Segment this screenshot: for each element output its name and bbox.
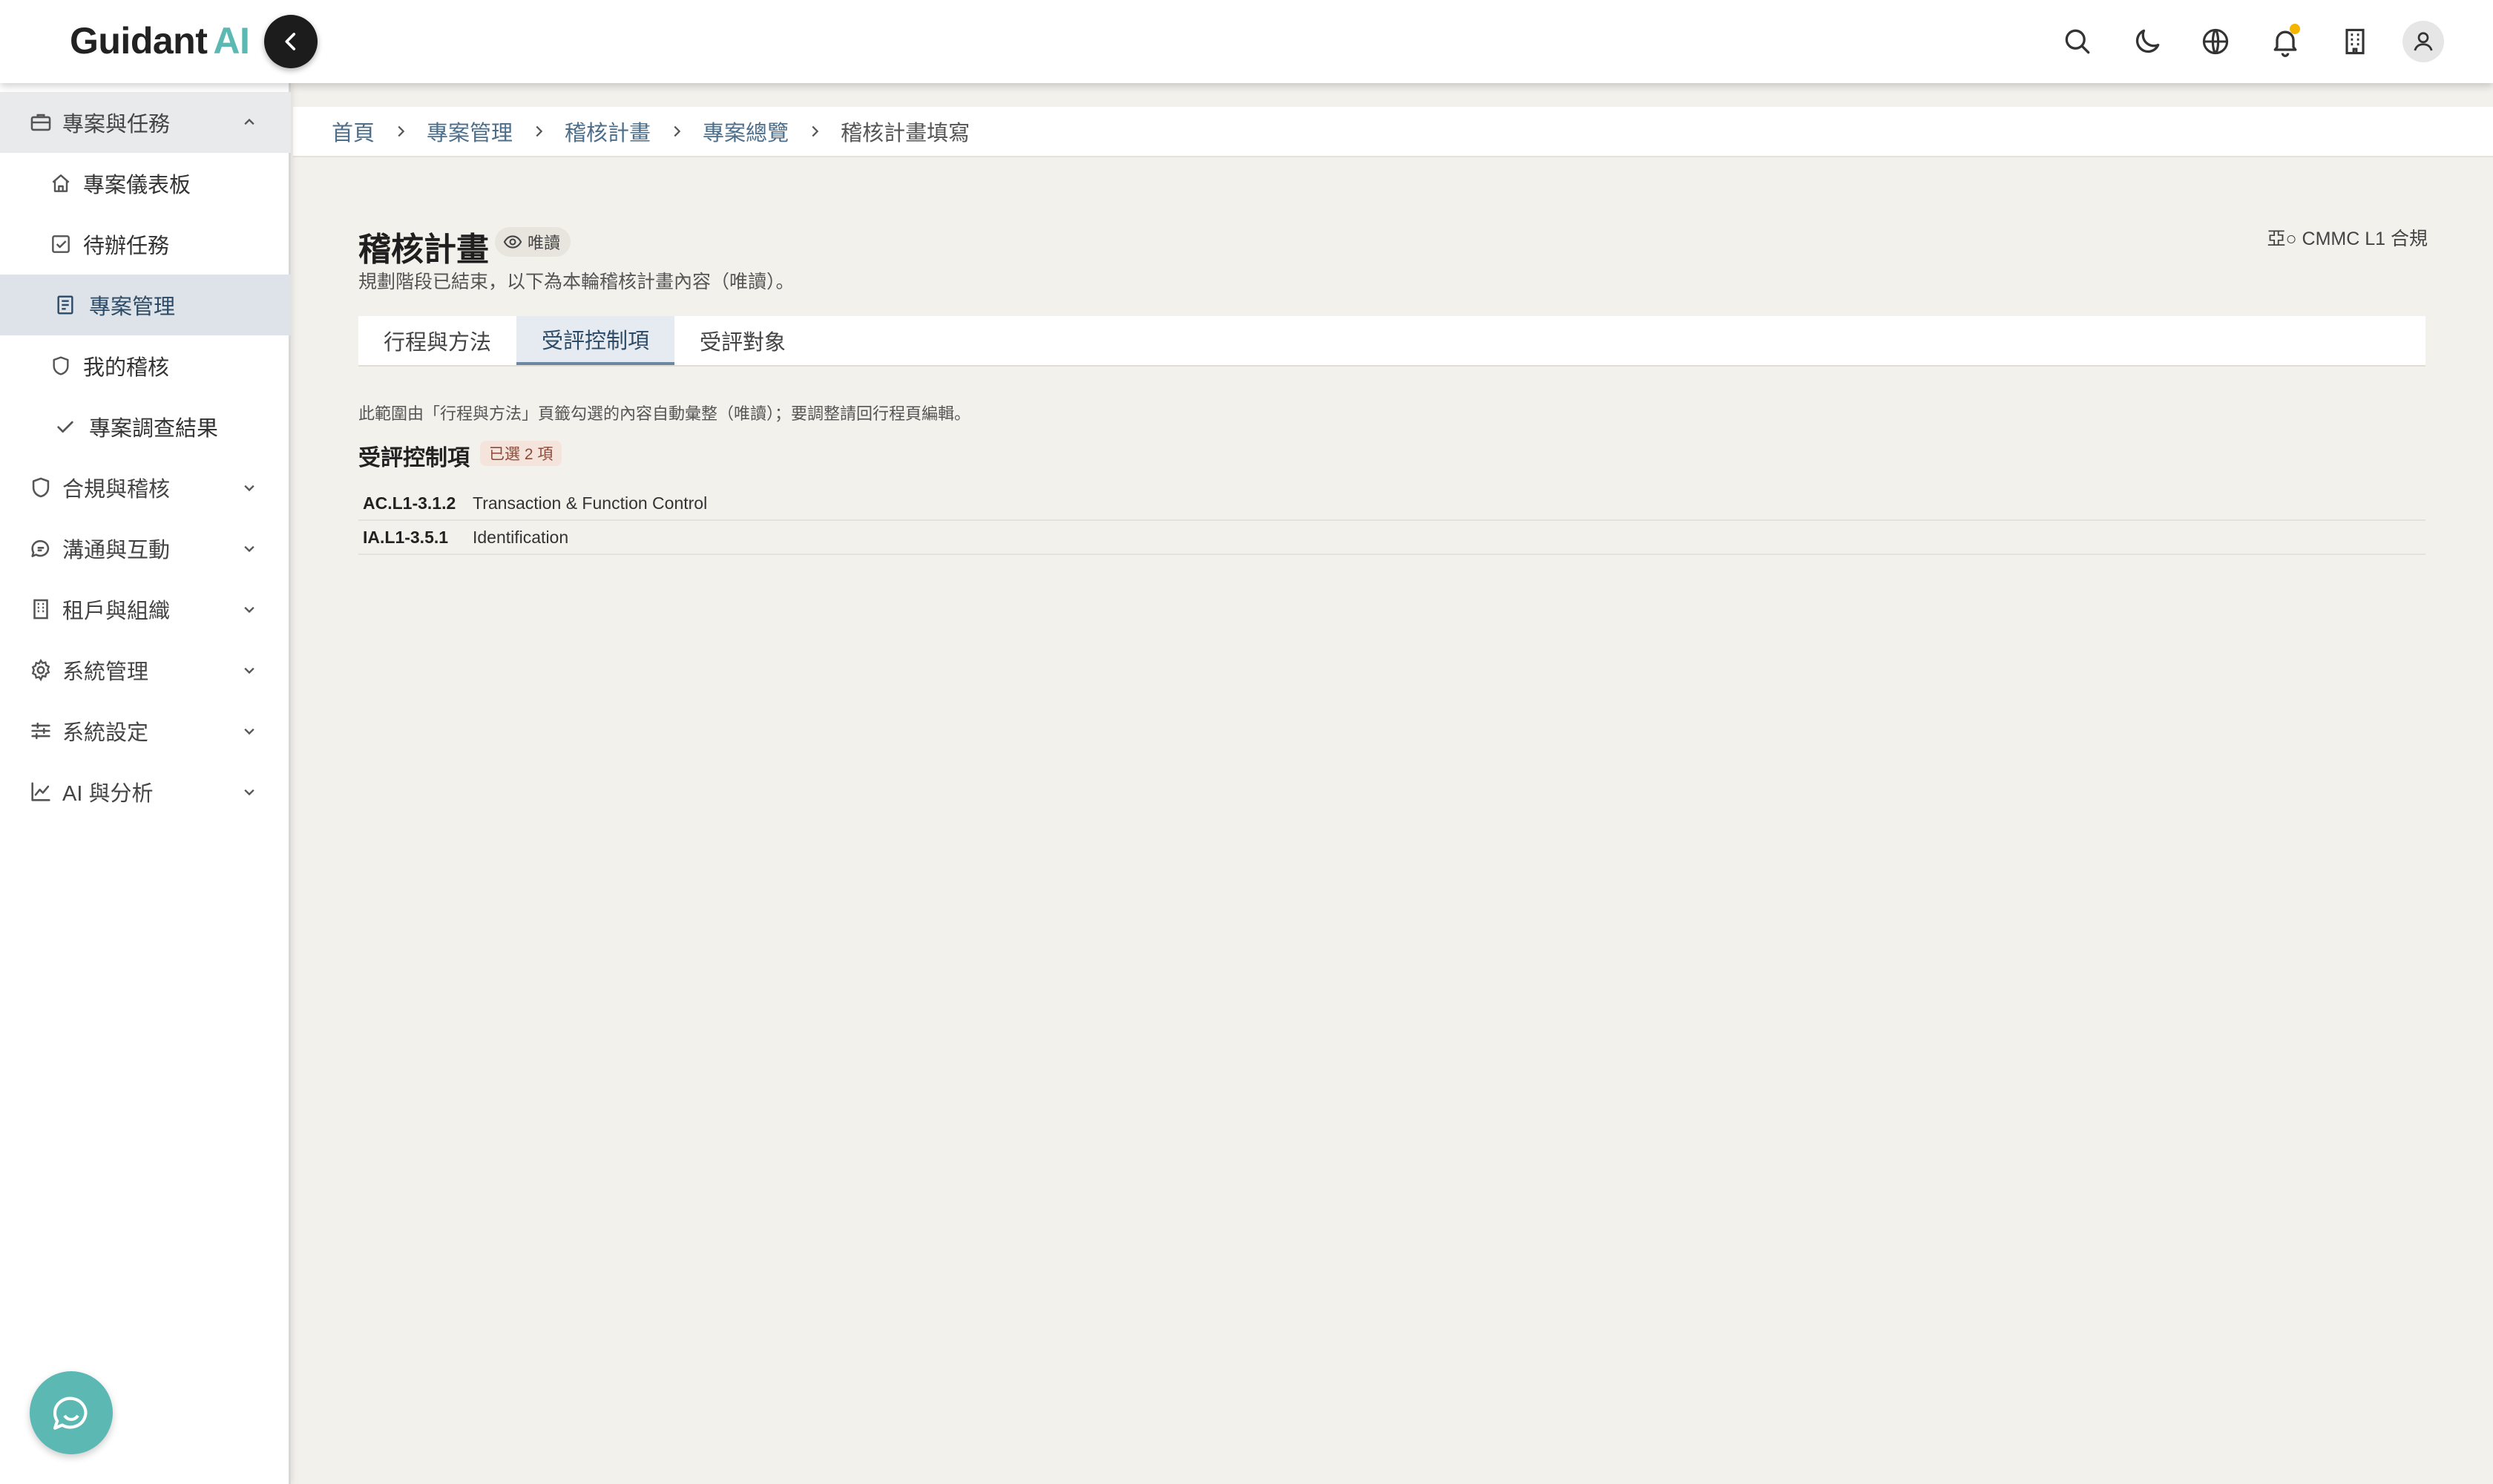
page-subtitle: 規劃階段已結束，以下為本輪稽核計畫內容（唯讀）。	[358, 272, 795, 292]
theme-toggle-button[interactable]	[2126, 21, 2168, 62]
sidebar-group-system-admin[interactable]: 系統管理	[0, 640, 291, 700]
briefcase-icon	[30, 114, 51, 131]
document-icon	[57, 295, 73, 315]
sidebar-group-label: 合規與稽核	[62, 478, 171, 502]
chat-bubble-icon	[53, 1396, 88, 1430]
moon-icon	[2135, 29, 2160, 53]
chevron-down-icon	[244, 789, 254, 796]
shield-icon	[53, 356, 69, 375]
chevron-down-icon	[244, 667, 254, 674]
sidebar-group-label: 系統管理	[62, 660, 149, 684]
control-name: Transaction & Function Control	[473, 493, 708, 513]
sidebar-group-ai-analytics[interactable]: AI 與分析	[0, 761, 291, 822]
chevron-down-icon	[244, 606, 254, 614]
framework-label: 亞○ CMMC L1 合規	[2267, 229, 2428, 249]
user-menu-button[interactable]	[2402, 21, 2444, 62]
chart-icon	[31, 782, 50, 801]
chevron-right-icon	[812, 125, 819, 137]
avatar	[2402, 21, 2444, 62]
sidebar-group-label: 溝通與互動	[62, 539, 171, 562]
organization-button[interactable]	[2334, 21, 2376, 62]
sidebar-group-label: 系統設定	[62, 721, 149, 745]
checkbox-icon	[52, 235, 70, 253]
search-button[interactable]	[2057, 21, 2098, 62]
controls-table: AC.L1-3.1.2 Transaction & Function Contr…	[358, 487, 2425, 555]
sidebar-item-label: 專案管理	[89, 295, 176, 319]
chat-icon	[31, 539, 50, 557]
chevron-left-icon	[285, 33, 296, 50]
breadcrumb: 首頁 專案管理 稽核計畫 專案總覽 稽核計畫填寫	[293, 107, 2493, 157]
top-bar: Guidant AI	[0, 0, 2493, 83]
language-button[interactable]	[2195, 21, 2236, 62]
sidebar-item-label: 專案調查結果	[89, 417, 219, 441]
control-name: Identification	[473, 527, 569, 547]
chevron-right-icon	[674, 125, 681, 137]
sidebar: 專案與任務 專案儀表板 待辦任務 專案管理 我的稽核 專案調查結果 合規與稽核 …	[0, 83, 291, 1484]
sidebar-group-label: 專案與任務	[62, 113, 171, 137]
scope-note: 此範圍由「行程與方法」頁籤勾選的內容自動彙整（唯讀）；要調整請回行程頁編輯。	[358, 404, 971, 423]
sidebar-group-label: AI 與分析	[62, 782, 154, 806]
page-title: 稽核計畫	[358, 232, 489, 268]
sidebar-item-label: 我的稽核	[83, 356, 170, 380]
gear-icon	[31, 658, 50, 682]
sidebar-item-project-dashboard[interactable]: 專案儀表板	[0, 153, 291, 214]
breadcrumb-project-overview[interactable]: 專案總覽	[703, 116, 789, 147]
control-id: AC.L1-3.1.2	[363, 493, 456, 513]
breadcrumb-project-management[interactable]: 專案管理	[427, 116, 513, 147]
home-icon	[52, 174, 70, 192]
tab-assessed-objects[interactable]: 受評對象	[674, 316, 811, 365]
sidebar-group-compliance-audit[interactable]: 合規與稽核	[0, 457, 291, 518]
chevron-up-icon	[244, 118, 254, 125]
notification-dot	[2290, 24, 2300, 34]
sidebar-item-project-management[interactable]: 專案管理	[0, 275, 291, 335]
breadcrumb-audit-plan[interactable]: 稽核計畫	[565, 116, 651, 147]
building-icon	[33, 599, 48, 620]
check-icon	[57, 421, 73, 433]
search-icon	[2065, 29, 2090, 54]
main-content: 稽核計畫 唯讀 規劃階段已結束，以下為本輪稽核計畫內容（唯讀）。 亞○ CMMC…	[293, 157, 2493, 1484]
table-row: AC.L1-3.1.2 Transaction & Function Contr…	[358, 487, 2425, 521]
tab-schedule-method[interactable]: 行程與方法	[358, 316, 516, 365]
logo-accent: AI	[213, 20, 250, 62]
sidebar-group-system-settings[interactable]: 系統設定	[0, 700, 291, 761]
sidebar-item-label: 待辦任務	[83, 234, 170, 258]
logo-text: Guidant	[70, 20, 208, 62]
chat-assistant-button[interactable]	[30, 1371, 113, 1454]
tab-bar: 行程與方法 受評控制項 受評對象	[358, 316, 2425, 367]
building-icon	[2345, 28, 2365, 55]
sidebar-group-communication[interactable]: 溝通與互動	[0, 518, 291, 579]
selected-count-badge: 已選 2 項	[480, 441, 562, 466]
chevron-down-icon	[244, 485, 254, 492]
globe-icon	[2202, 28, 2229, 55]
breadcrumb-home[interactable]: 首頁	[332, 116, 375, 147]
collapse-sidebar-button[interactable]	[264, 15, 318, 68]
readonly-badge-label: 唯讀	[528, 234, 561, 252]
app-logo[interactable]: Guidant AI	[70, 19, 250, 62]
sidebar-group-projects-tasks[interactable]: 專案與任務	[0, 92, 291, 153]
chevron-right-icon	[398, 125, 405, 137]
sidebar-item-label: 專案儀表板	[83, 174, 191, 197]
sliders-icon	[31, 722, 50, 740]
readonly-badge: 唯讀	[495, 227, 571, 257]
chevron-down-icon	[244, 545, 254, 553]
sidebar-item-todo-tasks[interactable]: 待辦任務	[0, 214, 291, 275]
table-row: IA.L1-3.5.1 Identification	[358, 521, 2425, 555]
eye-icon	[503, 235, 522, 249]
user-icon	[2414, 32, 2433, 51]
shield-icon	[32, 477, 50, 498]
breadcrumb-current: 稽核計畫填寫	[841, 122, 970, 145]
chevron-right-icon	[536, 125, 543, 137]
tab-assessed-controls[interactable]: 受評控制項	[516, 316, 675, 365]
chevron-down-icon	[244, 728, 254, 735]
sidebar-group-label: 租戶與組織	[62, 600, 171, 623]
sidebar-item-my-audits[interactable]: 我的稽核	[0, 335, 291, 396]
sidebar-item-project-findings[interactable]: 專案調查結果	[0, 396, 291, 457]
section-title: 受評控制項	[358, 446, 470, 470]
control-id: IA.L1-3.5.1	[363, 527, 449, 547]
sidebar-group-tenants-orgs[interactable]: 租戶與組織	[0, 579, 291, 640]
notifications-button[interactable]	[2264, 21, 2306, 62]
